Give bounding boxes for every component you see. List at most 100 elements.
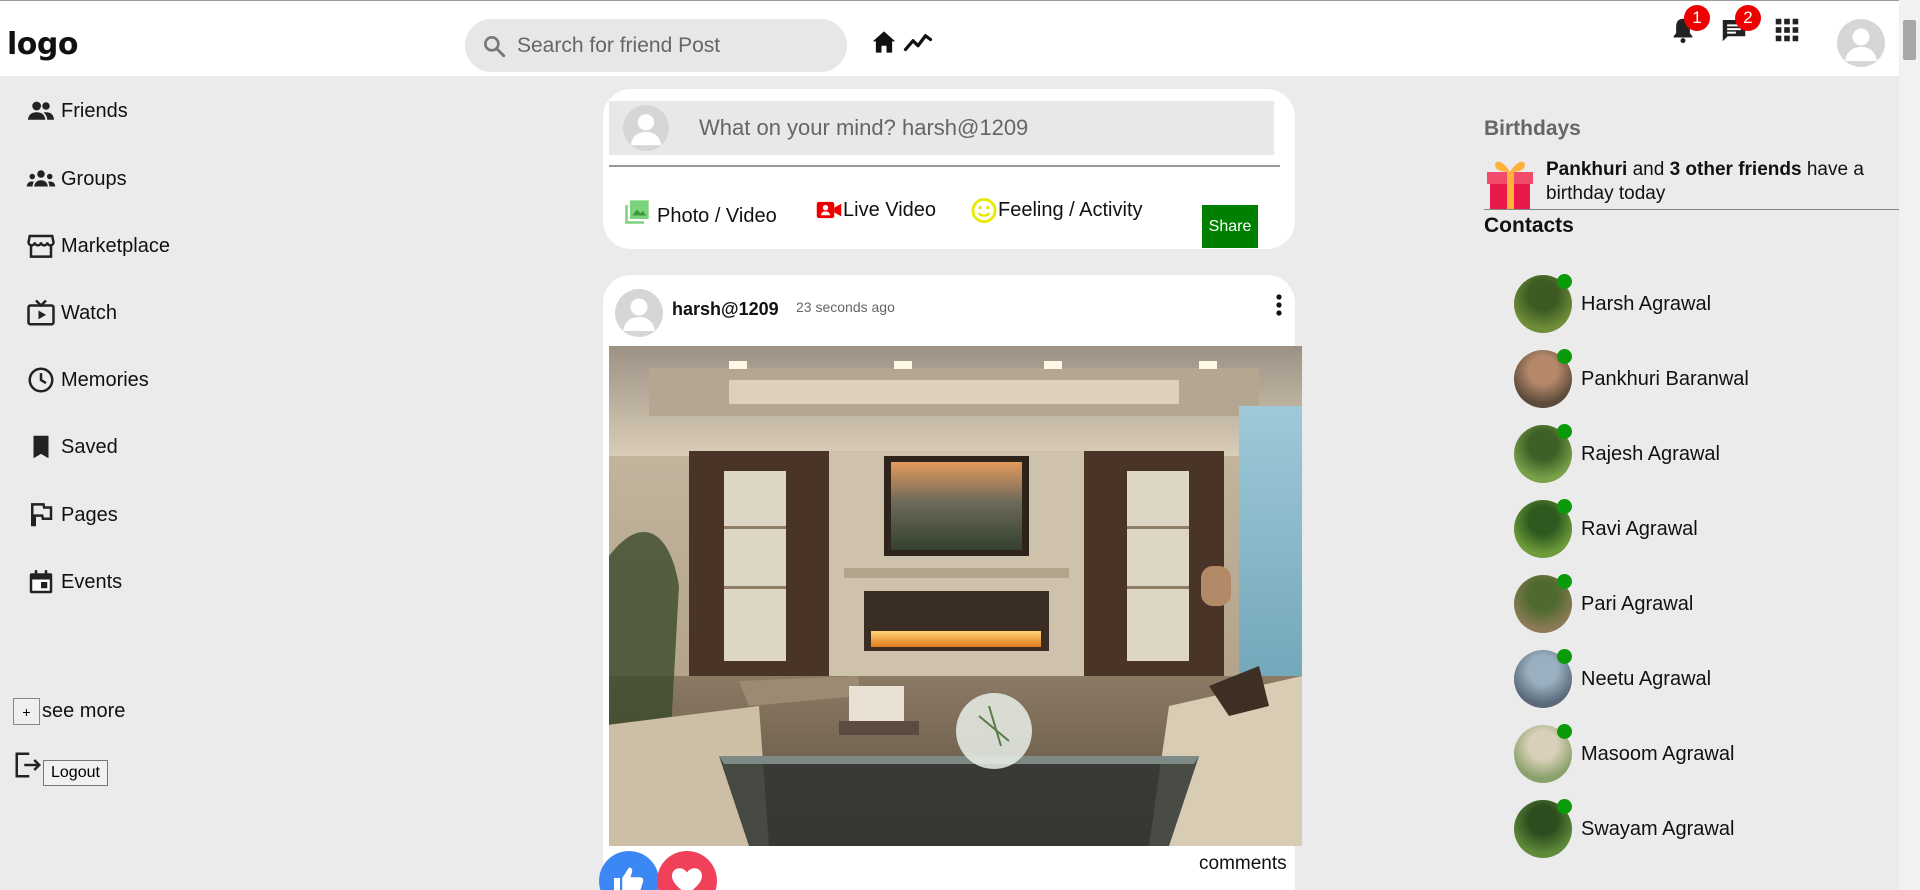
sidebar-item-watch[interactable]: Watch — [26, 298, 117, 328]
gift-icon — [1487, 161, 1533, 210]
living-room-photo — [609, 346, 1302, 846]
contact-item[interactable]: Pari Agrawal — [1514, 574, 1694, 633]
contacts-heading: Contacts — [1484, 214, 1574, 237]
contact-name: Ravi Agrawal — [1581, 517, 1698, 540]
sidebar-item-label: Memories — [61, 368, 149, 391]
search-bar[interactable] — [465, 19, 847, 72]
messages-badge: 2 — [1735, 5, 1761, 31]
comments-link[interactable]: comments — [1199, 853, 1287, 875]
share-button[interactable]: Share — [1202, 205, 1258, 248]
post-author-name[interactable]: harsh@1209 — [672, 299, 779, 320]
contact-name: Harsh Agrawal — [1581, 292, 1712, 315]
default-avatar-icon — [623, 298, 655, 331]
sidebar-item-marketplace[interactable]: Marketplace — [26, 231, 170, 261]
page-scrollbar[interactable] — [1899, 0, 1920, 890]
birthday-message: Pankhuri and 3 other friends have a birt… — [1546, 158, 1881, 206]
apps-button[interactable] — [1772, 15, 1802, 50]
see-more: + see more — [13, 698, 125, 725]
live-video-option[interactable]: Live Video — [815, 196, 936, 224]
notifications-button[interactable]: 1 — [1668, 5, 1710, 50]
logout-row: Logout — [13, 750, 108, 786]
like-button[interactable] — [599, 851, 659, 890]
calendar-icon — [29, 570, 53, 594]
post-author-avatar[interactable] — [615, 289, 663, 337]
sidebar-item-memories[interactable]: Memories — [26, 365, 149, 395]
contact-name: Masoom Agrawal — [1581, 742, 1735, 765]
composer-input-row — [609, 101, 1274, 155]
contact-item[interactable]: Harsh Agrawal — [1514, 274, 1712, 333]
sidebar-item-friends[interactable]: Friends — [26, 96, 128, 126]
contact-item[interactable]: Pankhuri Baranwal — [1514, 349, 1749, 408]
contact-item[interactable]: Swayam Agrawal — [1514, 799, 1734, 858]
storefront-icon — [27, 234, 55, 258]
birthday-others-link[interactable]: 3 other friends — [1670, 159, 1802, 180]
trending-icon[interactable] — [903, 27, 933, 57]
bookmark-icon — [33, 435, 49, 459]
sidebar-item-label: Saved — [61, 435, 118, 458]
sidebar-item-label: Events — [61, 570, 123, 593]
smiley-icon — [971, 198, 997, 224]
composer-divider — [609, 165, 1280, 167]
photo-video-label: Photo / Video — [657, 205, 777, 227]
online-status-dot — [1557, 724, 1572, 739]
contact-name: Pankhuri Baranwal — [1581, 367, 1749, 390]
home-icon[interactable] — [869, 27, 899, 57]
sidebar-item-label: Marketplace — [61, 234, 170, 257]
flag-icon — [31, 503, 53, 527]
default-avatar-icon — [1845, 28, 1877, 61]
profile-avatar[interactable] — [1837, 19, 1885, 67]
contact-name: Pari Agrawal — [1581, 592, 1694, 615]
sidebar-item-groups[interactable]: Groups — [26, 164, 127, 194]
logout-button[interactable]: Logout — [43, 760, 108, 786]
contact-avatar — [1514, 799, 1572, 858]
online-status-dot — [1557, 649, 1572, 664]
contact-avatar — [1514, 649, 1572, 708]
contact-avatar — [1514, 574, 1572, 633]
reactions-row — [599, 851, 717, 890]
thumbs-up-icon — [614, 867, 644, 890]
birthdays-divider — [1484, 209, 1899, 210]
more-options-icon[interactable] — [1275, 293, 1283, 317]
contact-name: Rajesh Agrawal — [1581, 442, 1720, 465]
sidebar-item-label: Groups — [61, 167, 127, 190]
sidebar-item-label: Watch — [61, 301, 117, 324]
sidebar-item-label: Pages — [61, 503, 118, 526]
photo-video-option[interactable]: Photo / Video — [623, 195, 777, 228]
live-video-label: Live Video — [843, 198, 937, 221]
contact-avatar — [1514, 274, 1572, 333]
post-image[interactable] — [609, 346, 1302, 846]
online-status-dot — [1557, 274, 1572, 289]
birthdays-heading: Birthdays — [1484, 117, 1581, 140]
contact-item[interactable]: Neetu Agrawal — [1514, 649, 1711, 708]
online-status-dot — [1557, 349, 1572, 364]
top-navbar: logo 1 2 — [0, 0, 1899, 76]
composer-avatar — [623, 105, 669, 151]
video-camera-icon — [816, 201, 842, 219]
sidebar-item-pages[interactable]: Pages — [26, 500, 118, 530]
notifications-badge: 1 — [1684, 5, 1710, 31]
default-avatar-icon — [630, 114, 662, 146]
contact-item[interactable]: Masoom Agrawal — [1514, 724, 1735, 783]
logo[interactable]: logo — [7, 27, 78, 62]
composer-input[interactable] — [699, 115, 1259, 141]
feeling-activity-option[interactable]: Feeling / Activity — [970, 196, 1143, 224]
sidebar-item-events[interactable]: Events — [26, 567, 122, 597]
contact-item[interactable]: Rajesh Agrawal — [1514, 424, 1720, 483]
nav-icons — [869, 27, 933, 57]
sidebar-item-label: Friends — [61, 99, 128, 122]
messages-button[interactable]: 2 — [1719, 5, 1761, 50]
contact-avatar — [1514, 724, 1572, 783]
search-input[interactable] — [517, 33, 817, 58]
see-more-button[interactable]: + — [13, 698, 40, 725]
live-tv-icon — [27, 299, 55, 326]
contact-avatar — [1514, 349, 1572, 408]
clock-icon — [28, 367, 54, 393]
photo-icon — [625, 199, 649, 224]
online-status-dot — [1557, 799, 1572, 814]
contact-item[interactable]: Ravi Agrawal — [1514, 499, 1698, 558]
contact-avatar — [1514, 424, 1572, 483]
love-button[interactable] — [657, 851, 717, 890]
birthday-friend-name[interactable]: Pankhuri — [1546, 159, 1627, 180]
scrollbar-thumb[interactable] — [1903, 20, 1916, 60]
sidebar-item-saved[interactable]: Saved — [26, 432, 118, 462]
